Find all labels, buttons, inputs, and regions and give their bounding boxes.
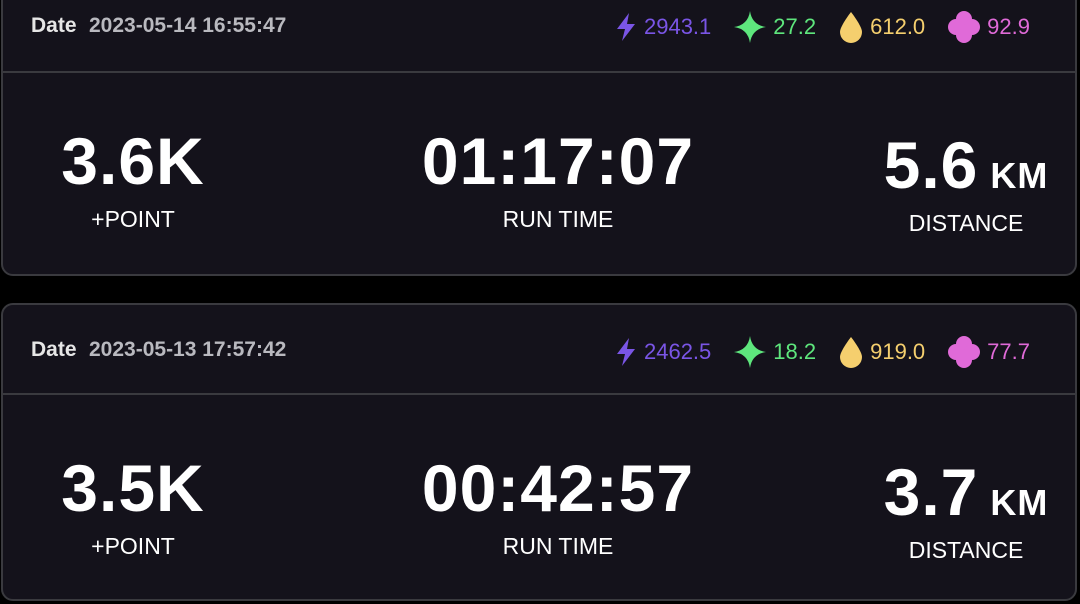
run-time-metric: 00:42:57 RUN TIME [403, 455, 713, 560]
date-value: 2023-05-13 17:57:42 [89, 338, 287, 361]
drop-stat: 612.0 [838, 11, 925, 43]
point-value: 3.5K [61, 451, 205, 525]
clover-stat: 92.9 [947, 10, 1030, 44]
distance-unit: KM [990, 482, 1049, 523]
drop-icon [840, 337, 863, 368]
point-metric: 3.6K +POINT [43, 128, 223, 233]
clover-icon [948, 11, 981, 43]
run-time-value: 00:42:57 [421, 451, 695, 525]
energy-stat: 2943.1 [614, 12, 711, 42]
distance-value: 5.6 [883, 128, 979, 202]
card-header: Date 2023-05-14 16:55:47 2943.1 27.2 612… [3, 0, 1075, 58]
run-record-card[interactable]: Date 2023-05-14 16:55:47 2943.1 27.2 612… [1, 0, 1077, 276]
distance-value-row: 3.7 KM [871, 459, 1061, 525]
clover-value: 92.9 [987, 14, 1030, 39]
run-time-label: RUN TIME [502, 206, 614, 232]
distance-metric: 3.7 KM DISTANCE [871, 459, 1061, 564]
point-value: 3.6K [61, 124, 205, 198]
spark-value: 18.2 [773, 339, 817, 364]
clover-icon [948, 336, 981, 368]
point-label: +POINT [91, 206, 175, 232]
date-label: Date [31, 14, 77, 37]
drop-value: 612.0 [870, 14, 926, 39]
drop-value: 919.0 [870, 339, 926, 364]
spark-stat: 27.2 [733, 10, 816, 44]
date-value: 2023-05-14 16:55:47 [89, 14, 287, 37]
energy-value: 2943.1 [643, 14, 712, 39]
drop-icon [840, 12, 863, 43]
stats-row: 2462.5 18.2 919.0 77.7 [592, 335, 1030, 369]
header-divider [3, 71, 1075, 73]
clover-value: 77.7 [987, 339, 1030, 364]
lightning-bolt-icon [616, 13, 635, 41]
card-header: Date 2023-05-13 17:57:42 2462.5 18.2 919… [3, 305, 1075, 393]
date-label: Date [31, 338, 77, 361]
four-point-star-icon [734, 336, 767, 368]
run-time-metric: 01:17:07 RUN TIME [403, 128, 713, 233]
point-label: +POINT [91, 533, 175, 559]
energy-stat: 2462.5 [614, 337, 711, 367]
spark-stat: 18.2 [733, 335, 816, 369]
drop-stat: 919.0 [838, 336, 925, 368]
header-divider [3, 393, 1075, 395]
lightning-bolt-icon [616, 338, 635, 366]
four-point-star-icon [734, 11, 767, 43]
clover-stat: 77.7 [947, 335, 1030, 369]
distance-value-row: 5.6 KM [871, 132, 1061, 198]
run-time-value: 01:17:07 [421, 124, 695, 198]
distance-metric: 5.6 KM DISTANCE [871, 132, 1061, 237]
run-time-label: RUN TIME [502, 533, 614, 559]
point-metric: 3.5K +POINT [43, 455, 223, 560]
distance-label: DISTANCE [908, 537, 1024, 563]
distance-label: DISTANCE [908, 210, 1024, 236]
run-record-card[interactable]: Date 2023-05-13 17:57:42 2462.5 18.2 919… [1, 303, 1077, 601]
stats-row: 2943.1 27.2 612.0 92.9 [592, 10, 1030, 44]
distance-unit: KM [990, 155, 1049, 196]
energy-value: 2462.5 [643, 339, 712, 364]
distance-value: 3.7 [883, 455, 979, 529]
spark-value: 27.2 [773, 14, 817, 39]
